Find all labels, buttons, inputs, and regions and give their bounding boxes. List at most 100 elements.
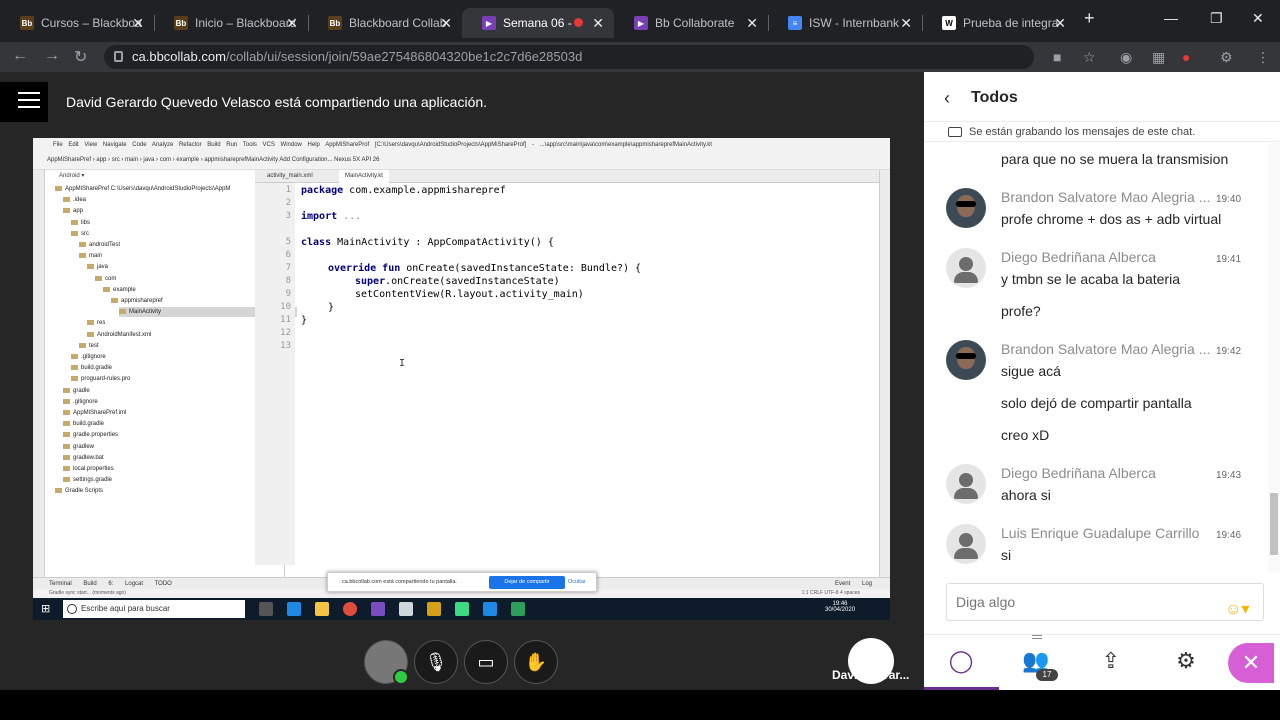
tree-item-label: .idea <box>73 197 87 204</box>
raise-hand-button[interactable]: ✋ <box>514 640 558 684</box>
ide-menu-bar: File Edit View Navigate Code Analyze Ref… <box>33 138 890 152</box>
tree-item[interactable]: gradlew <box>63 442 94 452</box>
close-tab-icon[interactable]: ✕ <box>1054 15 1066 32</box>
tree-item[interactable]: com <box>95 274 116 284</box>
tree-item[interactable]: test <box>79 341 99 351</box>
browser-tab[interactable]: Bb Inicio – Blackboard ✕ <box>154 8 309 38</box>
tree-item[interactable]: local.properties <box>63 464 114 474</box>
close-tab-icon[interactable]: ✕ <box>132 15 144 32</box>
extension-icon[interactable]: ● <box>1182 49 1190 65</box>
visual-studio-icon[interactable] <box>371 602 385 616</box>
notice-text: ca.bbcollab.com está compartiendo tu pan… <box>342 579 457 585</box>
tree-item[interactable]: java <box>87 262 108 272</box>
browser-tab-active[interactable]: ▶ Semana 06 - 2 ✕ <box>462 8 614 38</box>
edge-icon[interactable] <box>287 602 301 616</box>
extension-icon[interactable]: ▦ <box>1152 49 1165 66</box>
folder-icon <box>119 309 126 315</box>
tree-item[interactable]: Gradle Scripts <box>55 486 103 496</box>
tree-item[interactable]: build.gradle <box>71 363 112 373</box>
code-text: } <box>301 315 308 326</box>
app-icon[interactable] <box>511 602 525 616</box>
tree-item[interactable]: build.gradle <box>63 419 104 429</box>
tree-item[interactable]: .gitignore <box>71 352 106 362</box>
tree-item-label: gradlew.bat <box>73 454 104 461</box>
browser-tab[interactable]: W Prueba de integra ✕ <box>922 8 1076 38</box>
close-tab-icon[interactable]: ✕ <box>900 15 912 32</box>
ie-icon[interactable] <box>483 602 497 616</box>
collaborate-favicon-icon: ▶ <box>482 16 496 30</box>
windows-start-icon[interactable]: ⊞ <box>41 602 50 615</box>
editor-tab[interactable]: activity_main.xml <box>267 173 313 179</box>
tree-item[interactable]: libs <box>71 218 90 228</box>
tree-item[interactable]: AppMiSharePref C:\Users\davqu\AndroidStu… <box>55 184 230 194</box>
tree-item[interactable]: androidTest <box>79 240 120 250</box>
tree-item[interactable]: proguard-rules.pro <box>71 374 130 384</box>
chevron-left-icon[interactable]: ‹ <box>944 88 950 109</box>
chat-scrollbar[interactable] <box>1268 143 1280 573</box>
tree-item[interactable]: appmisharepref <box>111 296 163 306</box>
tree-item[interactable]: .idea <box>63 195 86 205</box>
url-field[interactable]: ca.bbcollab.com/collab/ui/session/join/5… <box>104 45 1034 69</box>
reload-icon[interactable]: ↻ <box>74 47 87 67</box>
code-editor[interactable]: package com.example.appmisharepref impor… <box>297 183 881 565</box>
ide-toolbar: AppMiSharePref › app › src › main › java… <box>33 152 890 170</box>
camera-toggle-button[interactable]: ▭ <box>464 640 508 684</box>
folder-icon <box>63 398 70 404</box>
new-tab-icon[interactable]: + <box>1084 8 1095 29</box>
browser-tab[interactable]: ▶ Bb Collaborate ✕ <box>614 8 769 38</box>
tree-item[interactable]: .gitignore <box>63 397 98 407</box>
close-tab-icon[interactable]: ✕ <box>286 15 298 32</box>
scrollbar-thumb[interactable] <box>1270 493 1278 555</box>
close-panel-button[interactable]: ✕ <box>1228 643 1274 683</box>
close-tab-icon[interactable]: ✕ <box>746 15 758 32</box>
hide-button[interactable]: Ocultar <box>568 576 586 589</box>
calculator-icon[interactable] <box>399 602 413 616</box>
close-tab-icon[interactable]: ✕ <box>440 15 452 32</box>
tree-item[interactable]: gradle <box>63 386 90 396</box>
share-content-icon[interactable]: ⇪ <box>1093 643 1129 679</box>
tree-item[interactable]: example <box>103 285 136 295</box>
emoji-picker-icon[interactable]: ☺▾ <box>1225 592 1255 618</box>
stop-sharing-button[interactable]: Dejar de compartir <box>489 576 565 589</box>
chat-bubble-icon[interactable]: ◯ <box>943 643 979 679</box>
message-author: Diego Bedriñana Alberca <box>1001 249 1156 265</box>
drag-handle-icon[interactable] <box>1032 635 1042 639</box>
explorer-icon[interactable] <box>315 602 329 616</box>
tree-item[interactable]: src <box>71 229 89 239</box>
menu-dots-icon[interactable]: ⋮ <box>1256 49 1270 66</box>
minimize-icon[interactable]: — <box>1164 10 1178 26</box>
tree-item[interactable]: AppMiSharePref.iml <box>63 408 126 418</box>
tree-item[interactable]: gradlew.bat <box>63 453 104 463</box>
tree-item[interactable]: main <box>79 251 102 261</box>
session-menu-button[interactable] <box>0 82 48 122</box>
tree-item[interactable]: gradle.properties <box>63 430 118 440</box>
chat-input[interactable]: Diga algo ☺▾ <box>946 583 1264 621</box>
windows-taskbar: ⊞ Escribe aquí para buscar 19:46 30/04/20… <box>33 598 890 620</box>
close-window-icon[interactable]: ✕ <box>1252 10 1264 27</box>
star-icon[interactable]: ☆ <box>1083 49 1096 66</box>
mute-microphone-button[interactable]: 🎙 <box>414 640 458 684</box>
back-icon[interactable]: ← <box>12 47 28 65</box>
editor-tab-active[interactable]: MainActivity.kt <box>339 170 389 183</box>
extension-icon[interactable]: ◉ <box>1120 49 1132 66</box>
my-avatar-button[interactable] <box>364 640 409 685</box>
close-tab-icon[interactable]: ✕ <box>592 15 604 32</box>
tree-item[interactable]: AndroidManifest.xml <box>87 330 151 340</box>
extension-icon[interactable]: ⚙ <box>1220 49 1233 66</box>
browser-tab[interactable]: Bb Cursos – Blackboard ✕ <box>0 8 155 38</box>
browser-tab[interactable]: Bb Blackboard Collab ✕ <box>308 8 462 38</box>
chrome-icon[interactable] <box>343 602 357 616</box>
settings-gear-icon[interactable]: ⚙ <box>1168 643 1204 679</box>
restore-icon[interactable]: ❐ <box>1210 10 1223 27</box>
browser-tab[interactable]: ≡ ISW - Internbank ✕ <box>768 8 923 38</box>
android-studio-icon[interactable] <box>455 602 469 616</box>
app-icon[interactable] <box>427 602 441 616</box>
task-view-icon[interactable] <box>259 602 273 616</box>
event-log-button[interactable]: Event Log <box>835 581 872 587</box>
tree-item[interactable]: res <box>87 318 105 328</box>
camera-icon[interactable]: ■ <box>1053 49 1061 65</box>
tree-item[interactable]: settings.gradle <box>63 475 112 485</box>
windows-search[interactable]: Escribe aquí para buscar <box>63 600 245 618</box>
forward-icon[interactable]: → <box>44 47 60 65</box>
tree-item[interactable]: app <box>63 206 83 216</box>
